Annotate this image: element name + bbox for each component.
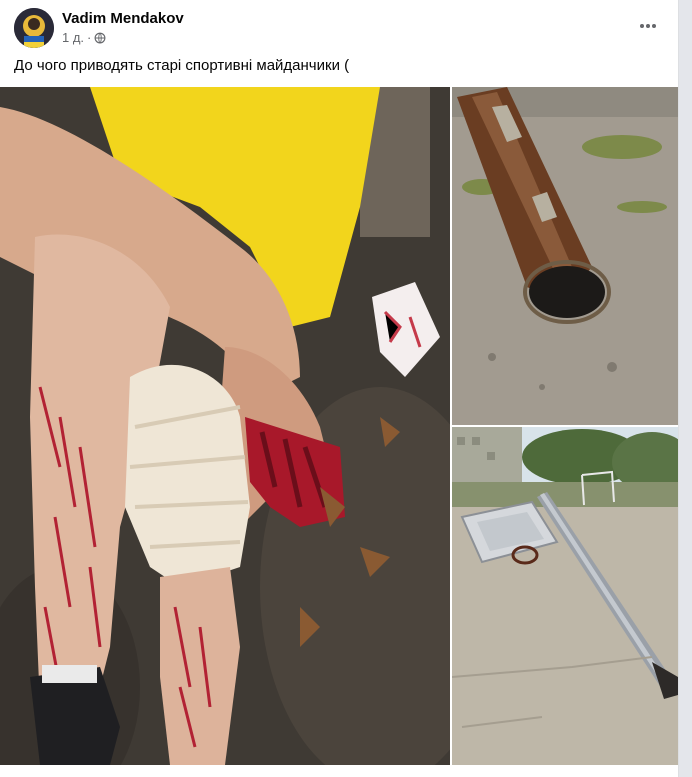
post-caption: До чого приводять старі спортивні майдан… xyxy=(14,57,350,74)
hoop-photo-image xyxy=(452,427,678,765)
post-photo-pipe[interactable] xyxy=(452,87,678,425)
post-header: Vadim Mendakov 1 д. · xyxy=(14,8,664,48)
post-options-button[interactable] xyxy=(632,10,664,42)
post-photo-injury[interactable] xyxy=(0,87,450,765)
pipe-photo-image xyxy=(452,87,678,425)
meta-separator: · xyxy=(87,30,92,45)
avatar-image xyxy=(14,8,54,48)
feed-scroll-gutter xyxy=(679,0,692,777)
post-meta: 1 д. · xyxy=(62,30,106,45)
feed-post: Vadim Mendakov 1 д. · До чого приводять … xyxy=(0,0,679,777)
post-photo-hoop[interactable] xyxy=(452,427,678,765)
globe-icon[interactable] xyxy=(94,32,106,44)
post-timestamp[interactable]: 1 д. xyxy=(62,30,84,45)
injury-photo-image xyxy=(0,87,450,765)
more-horizontal-icon xyxy=(640,24,656,28)
post-author-name[interactable]: Vadim Mendakov xyxy=(62,10,184,27)
avatar[interactable] xyxy=(14,8,54,48)
